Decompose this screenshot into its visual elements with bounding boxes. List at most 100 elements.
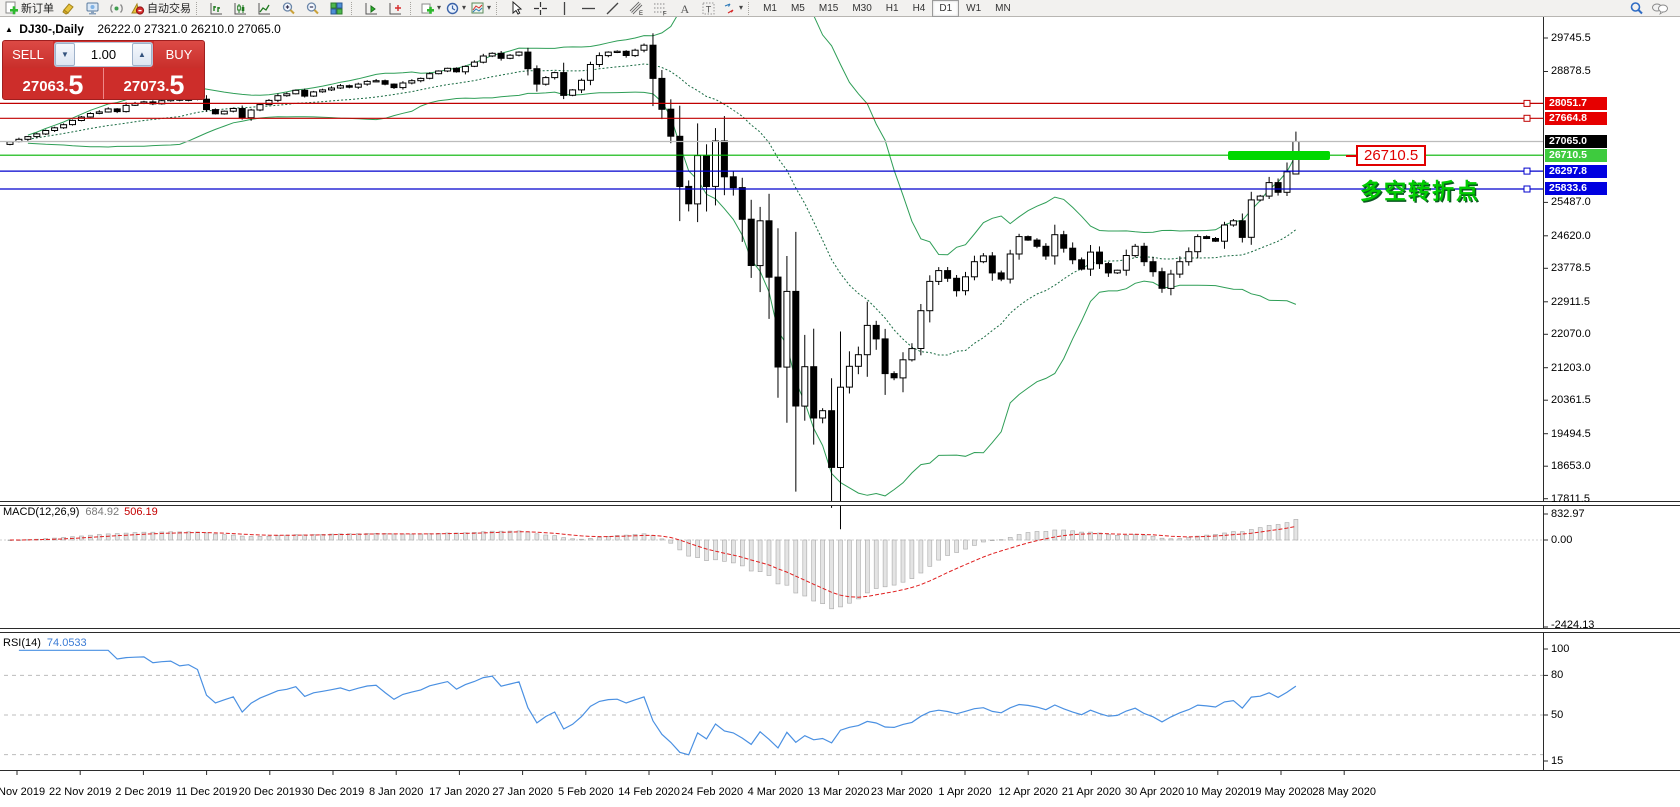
price-tick-label: 21203.0	[1551, 361, 1591, 374]
sell-price-main: 27063.	[22, 78, 69, 95]
trading-terminal: 新订单 自动交易 ▾ ▾ ▾ E F A T ▾ M1 M5 M15 M30 H…	[0, 0, 1680, 807]
highlight-rectangle[interactable]	[1228, 151, 1330, 160]
svg-text:E: E	[639, 11, 643, 16]
chat-button[interactable]	[1648, 1, 1672, 16]
channel-tool-button[interactable]: E	[624, 1, 648, 16]
chart-shift-button[interactable]	[383, 1, 407, 16]
price-badge: 28051.7	[1545, 96, 1607, 110]
date-label: 23 Mar 2020	[870, 786, 933, 798]
timeframe-button-m15[interactable]: M15	[812, 0, 845, 17]
timeframe-button-h4[interactable]: H4	[906, 0, 933, 17]
volume-value[interactable]: 1.00	[75, 43, 132, 66]
price-tick-label: 28878.5	[1551, 65, 1591, 78]
price-tick-label: 20361.5	[1551, 394, 1591, 407]
sell-price-pip: 5	[68, 70, 84, 100]
search-button[interactable]	[1624, 1, 1648, 16]
shapes-icon	[724, 2, 734, 14]
price-badge: 27065.0	[1545, 134, 1607, 148]
turning-point-annotation[interactable]: 多空转折点	[1360, 174, 1480, 206]
add-indicator-button[interactable]: ▾	[418, 1, 443, 16]
price-tick-label: 25487.0	[1551, 196, 1591, 209]
volume-decrease-button[interactable]: ▼	[55, 43, 75, 66]
text-tool-button[interactable]: A	[672, 1, 696, 16]
timeframe-button-h1[interactable]: H1	[879, 0, 906, 17]
label-tool-button[interactable]: T	[696, 1, 720, 16]
line-chart-button[interactable]	[252, 1, 276, 16]
buy-price[interactable]: 27073. 5	[103, 68, 204, 99]
channel-icon: E	[629, 1, 643, 16]
crosshair-icon	[533, 1, 547, 15]
price-tick-label: 18653.0	[1551, 460, 1591, 473]
line-chart-icon	[258, 2, 270, 14]
fibonacci-icon: F	[653, 3, 667, 16]
svg-text:A: A	[680, 2, 689, 16]
vertical-line-tool-button[interactable]	[552, 1, 576, 16]
date-label: 21 Apr 2020	[1061, 786, 1122, 798]
timeframe-button-m5[interactable]: M5	[784, 0, 812, 17]
pane-divider[interactable]	[0, 628, 1680, 633]
timeframe-bar: M1 M5 M15 M30 H1 H4 D1 W1 MN	[756, 0, 1018, 17]
sell-price[interactable]: 27063. 5	[3, 68, 103, 99]
date-label: 27 Jan 2020	[492, 786, 553, 798]
tile-windows-icon	[330, 2, 342, 14]
rsi-axis-label: 100	[1551, 643, 1570, 655]
shapes-tool-button[interactable]: ▾	[720, 1, 745, 16]
new-order-button[interactable]: 新订单	[2, 1, 56, 16]
crosshair-tool-button[interactable]	[528, 1, 552, 16]
chevron-down-icon: ▾	[739, 3, 744, 12]
price-badge: 26297.8	[1545, 164, 1607, 178]
template-button[interactable]: ▾	[468, 1, 493, 16]
eraser-button[interactable]	[56, 1, 80, 16]
timeframe-button-m30[interactable]: M30	[845, 0, 878, 17]
rsi-label-row: RSI(14) 74.0533	[3, 637, 87, 649]
macd-label-row: MACD(12,26,9) 684.92 506.19	[3, 506, 158, 518]
toolbar-separator	[410, 1, 415, 15]
rsi-axis-label: 80	[1551, 669, 1564, 682]
horizontal-line-tool-button[interactable]	[576, 1, 600, 16]
date-label: 28 May 2020	[1312, 786, 1376, 798]
sell-button[interactable]: SELL	[3, 41, 53, 68]
chevron-down-icon: ▾	[437, 3, 442, 12]
date-label: 2 Dec 2019	[115, 786, 172, 798]
auto-trading-button[interactable]: 自动交易	[128, 1, 193, 16]
cursor-tool-button[interactable]	[504, 0, 528, 16]
one-click-trade-panel: SELL ▼ 1.00 ▲ BUY 27063. 5 27073. 5	[2, 40, 205, 100]
volume-increase-button[interactable]: ▲	[132, 43, 152, 66]
zoom-out-button[interactable]	[300, 1, 324, 16]
new-order-label: 新订单	[21, 3, 54, 15]
date-label: 8 Jan 2020	[368, 786, 424, 798]
chevron-down-icon: ▾	[487, 3, 492, 12]
level-price-label[interactable]: 26710.5	[1345, 145, 1427, 166]
date-label: 22 Nov 2019	[48, 786, 112, 798]
date-label: 5 Feb 2020	[557, 786, 614, 798]
candlestick-chart-button[interactable]	[228, 1, 252, 16]
toolbar-separator	[748, 1, 753, 15]
timeframe-button-w1[interactable]: W1	[959, 0, 988, 17]
auto-scroll-button[interactable]	[359, 1, 383, 16]
macd-axis-label: -2424.13	[1551, 619, 1595, 631]
chart-canvas[interactable]	[0, 17, 1680, 807]
template-icon	[471, 2, 484, 13]
date-label: 20 Dec 2019	[238, 786, 301, 798]
label-icon: T	[702, 2, 715, 14]
horizontal-line-icon	[581, 7, 595, 9]
pane-divider[interactable]	[0, 501, 1680, 506]
chart-symbol: DJ30-,Daily	[19, 22, 84, 36]
trendline-tool-button[interactable]	[600, 1, 624, 16]
toolbar: 新订单 自动交易 ▾ ▾ ▾ E F A T ▾ M1 M5 M15 M30 H…	[0, 0, 1680, 17]
period-button[interactable]: ▾	[443, 1, 468, 16]
fibonacci-tool-button[interactable]: F	[648, 1, 672, 16]
timeframe-button-m1[interactable]: M1	[756, 0, 784, 17]
trendline-icon	[606, 2, 619, 14]
bar-chart-button[interactable]	[204, 1, 228, 16]
timeframe-button-d1[interactable]: D1	[932, 0, 960, 17]
price-plot	[0, 17, 1680, 775]
tile-windows-button[interactable]	[324, 1, 348, 16]
timeframe-button-mn[interactable]: MN	[988, 0, 1018, 17]
buy-button[interactable]: BUY	[154, 41, 204, 68]
toolbar-separator	[196, 1, 201, 15]
zoom-in-button[interactable]	[276, 1, 300, 16]
price-badge: 25833.6	[1545, 182, 1607, 196]
signal-button[interactable]	[104, 1, 128, 16]
market-watch-button[interactable]	[80, 1, 104, 16]
